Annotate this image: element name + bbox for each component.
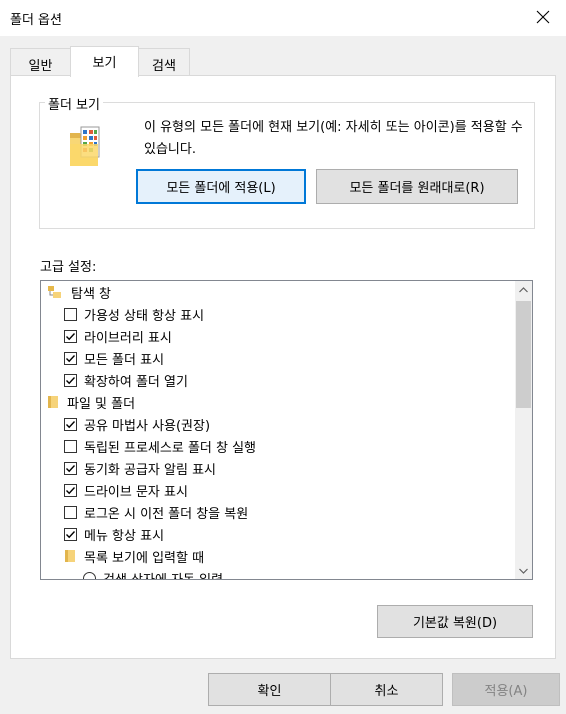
tree-item-checkbox[interactable]: 드라이브 문자 표시 <box>64 479 188 501</box>
tab-general[interactable]: 일반 <box>10 48 71 76</box>
tree-item-radio[interactable]: 검색 상자에 자동 입력 <box>83 567 224 580</box>
checkbox-checked[interactable] <box>64 373 77 387</box>
checkmark-icon <box>66 420 76 428</box>
chevron-up-icon <box>519 286 528 292</box>
tree-item-checkbox[interactable]: 동기화 공급자 알림 표시 <box>64 457 216 479</box>
tree-item-files-folders: 파일 및 폴더 <box>47 391 135 413</box>
apply-button[interactable]: 적용(A) <box>452 673 560 706</box>
tree-item-checkbox[interactable]: 로그온 시 이전 폴더 창을 복원 <box>64 501 248 523</box>
apply-to-folders-label: 모든 폴더에 적용(L) <box>166 181 276 196</box>
tree-item-label: 라이브러리 표시 <box>84 330 172 346</box>
tree-item-typing-list-view: 목록 보기에 입력할 때 <box>64 545 204 567</box>
tab-view[interactable]: 보기 <box>70 46 139 77</box>
cancel-button[interactable]: 취소 <box>330 673 443 706</box>
advanced-settings-label: 고급 설정: <box>40 260 97 275</box>
close-icon <box>536 10 550 24</box>
tree-item-checkbox[interactable]: 확장하여 폴더 열기 <box>64 369 188 391</box>
tree-item-label: 독립된 프로세스로 폴더 창 실행 <box>84 440 257 456</box>
navigation-pane-icon <box>48 286 61 298</box>
checkbox-checked[interactable] <box>64 417 77 431</box>
checkmark-icon <box>66 486 76 494</box>
apply-to-folders-button[interactable]: 모든 폴더에 적용(L) <box>136 169 306 204</box>
checkbox-checked[interactable] <box>64 483 77 497</box>
checkbox-unchecked[interactable] <box>64 439 77 453</box>
tree-item-label: 메뉴 항상 표시 <box>84 528 165 544</box>
tree-item-label: 로그온 시 이전 폴더 창을 복원 <box>84 506 249 522</box>
tree-item-label: 파일 및 폴더 <box>67 396 136 412</box>
folder-views-icon <box>70 126 100 166</box>
tree-item-checkbox[interactable]: 가용성 상태 항상 표시 <box>64 303 204 325</box>
scroll-up-button[interactable] <box>515 281 532 298</box>
radio-unselected[interactable] <box>83 571 96 579</box>
folder-views-description: 이 유형의 모든 폴더에 현재 보기(예: 자세히 또는 아이콘)를 적용할 수… <box>144 120 523 157</box>
tree-item-label: 검색 상자에 자동 입력 <box>103 572 224 580</box>
advanced-settings-tree[interactable]: 탐색 창 가용성 상태 항상 표시 라이브러리 표시 모든 폴더 표시 확장하여 <box>40 280 533 580</box>
folder-icon <box>48 396 58 408</box>
close-button[interactable] <box>520 0 566 34</box>
title-bar: 폴더 옵션 <box>0 0 566 36</box>
ok-label: 확인 <box>257 684 282 699</box>
ok-button[interactable]: 확인 <box>208 673 331 706</box>
tree-item-label: 드라이브 문자 표시 <box>84 484 188 500</box>
checkmark-icon <box>66 464 76 472</box>
tree-item-label: 목록 보기에 입력할 때 <box>84 550 205 566</box>
tree-item-label: 탐색 창 <box>71 286 112 302</box>
tab-search-label: 검색 <box>152 59 176 74</box>
folder-icon <box>65 550 75 562</box>
checkbox-checked[interactable] <box>64 461 77 475</box>
checkbox-checked[interactable] <box>64 351 77 365</box>
view-tab-panel: 폴더 보기 이 유형의 모든 폴더에 현재 보기(예: 자세히 또는 아이콘)를… <box>10 75 556 659</box>
checkmark-icon <box>66 354 76 362</box>
tab-view-label: 보기 <box>92 56 117 71</box>
checkmark-icon <box>66 332 76 340</box>
checkmark-icon <box>66 530 76 538</box>
reset-folders-button[interactable]: 모든 폴더를 원래대로(R) <box>316 169 518 204</box>
reset-folders-label: 모든 폴더를 원래대로(R) <box>349 181 485 196</box>
tree-item-checkbox[interactable]: 모든 폴더 표시 <box>64 347 164 369</box>
scroll-thumb[interactable] <box>516 301 531 408</box>
tree-scrollbar[interactable] <box>515 281 532 579</box>
checkbox-unchecked[interactable] <box>64 307 77 321</box>
cancel-label: 취소 <box>374 684 399 699</box>
restore-defaults-button[interactable]: 기본값 복원(D) <box>377 605 533 638</box>
tree-item-label: 동기화 공급자 알림 표시 <box>84 462 216 478</box>
folder-views-legend: 폴더 보기 <box>45 94 103 113</box>
scroll-down-button[interactable] <box>515 562 532 579</box>
tree-item-checkbox[interactable]: 독립된 프로세스로 폴더 창 실행 <box>64 435 256 457</box>
tree-item-checkbox[interactable]: 공유 마법사 사용(권장) <box>64 413 210 435</box>
checkbox-unchecked[interactable] <box>64 505 77 519</box>
tab-general-label: 일반 <box>28 59 53 74</box>
apply-label: 적용(A) <box>484 684 528 699</box>
chevron-down-icon <box>519 568 528 574</box>
tab-search[interactable]: 검색 <box>138 48 190 76</box>
tree-item-label: 공유 마법사 사용(권장) <box>84 418 211 434</box>
folder-views-group: 폴더 보기 이 유형의 모든 폴더에 현재 보기(예: 자세히 또는 아이콘)를… <box>39 94 535 229</box>
tree-item-navigation-pane: 탐색 창 <box>47 281 111 303</box>
restore-defaults-label: 기본값 복원(D) <box>412 616 498 631</box>
tree-item-checkbox[interactable]: 메뉴 항상 표시 <box>64 523 164 545</box>
window-title: 폴더 옵션 <box>10 13 62 28</box>
tab-strip: 일반 보기 검색 <box>10 46 556 77</box>
checkbox-checked[interactable] <box>64 527 77 541</box>
checkbox-checked[interactable] <box>64 329 77 343</box>
tree-item-checkbox[interactable]: 라이브러리 표시 <box>64 325 172 347</box>
tree-item-label: 확장하여 폴더 열기 <box>84 374 188 390</box>
tree-item-label: 가용성 상태 항상 표시 <box>84 308 205 324</box>
tree-item-label: 모든 폴더 표시 <box>84 352 165 368</box>
checkmark-icon <box>66 376 76 384</box>
